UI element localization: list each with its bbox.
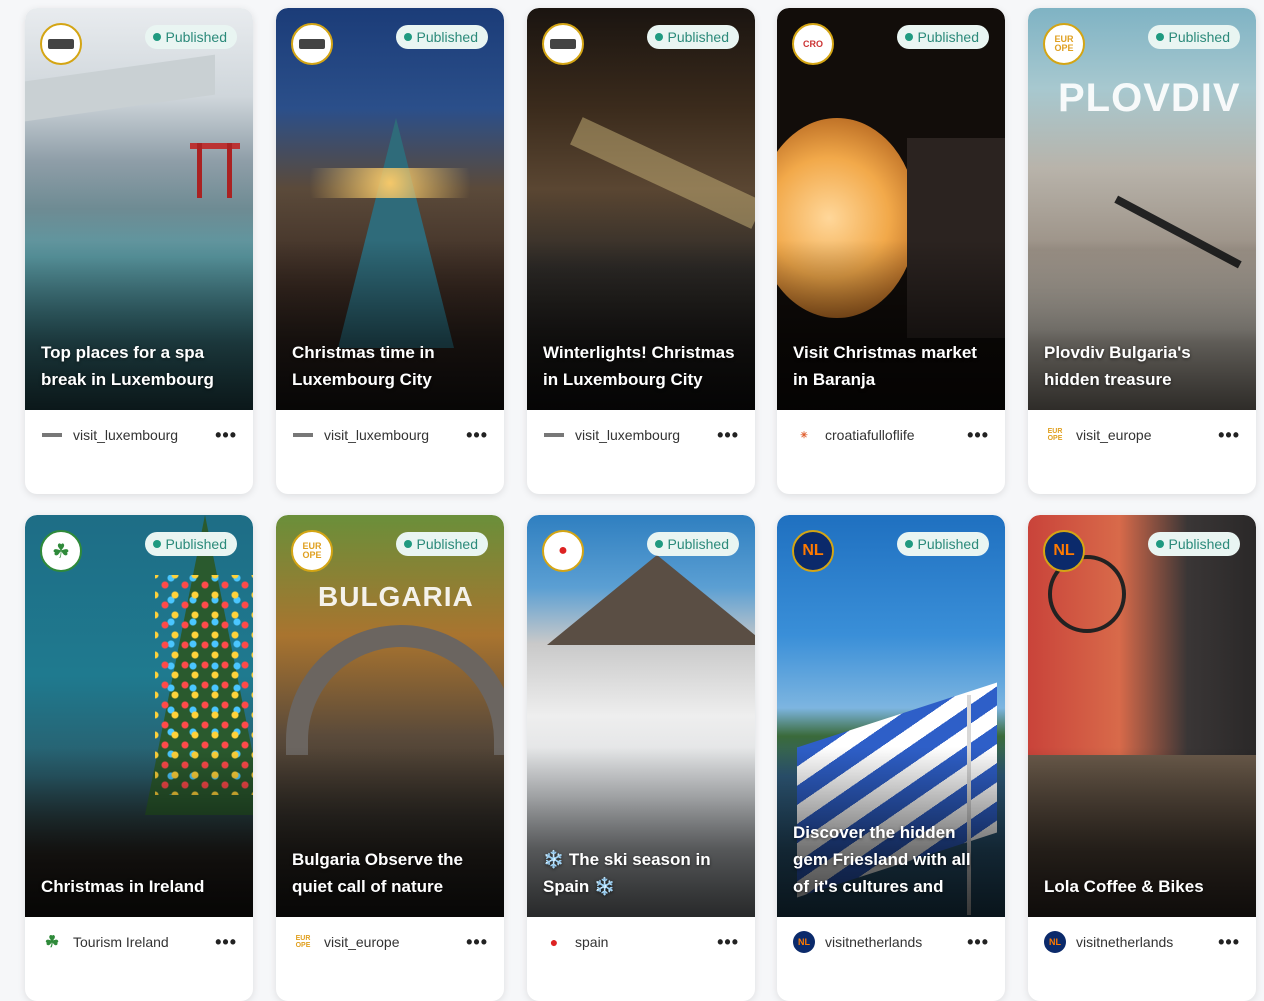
account-name: visitnetherlands	[1076, 934, 1174, 950]
account-logo	[292, 424, 314, 446]
story-card[interactable]: ☘ Published Christmas in Ireland ☘ Touri…	[25, 515, 253, 1001]
story-caption: Lola Coffee & Bikes	[1044, 877, 1204, 896]
card-footer: EUR OPE visit_europe •••	[276, 927, 504, 957]
story-thumbnail[interactable]: Published Top places for a spa break in …	[25, 8, 253, 410]
brand-logo: CRO	[792, 23, 834, 65]
story-thumbnail[interactable]: ☘ Published Christmas in Ireland	[25, 515, 253, 917]
brand-logo: NL	[1043, 530, 1085, 572]
more-options-button[interactable]: •••	[717, 932, 739, 953]
more-options-button[interactable]: •••	[967, 932, 989, 953]
story-card[interactable]: BULGARIA EUR OPE Published Bulgaria Obse…	[276, 515, 504, 1001]
story-grid: Published Top places for a spa break in …	[0, 0, 1264, 1001]
card-footer: ☘ Tourism Ireland •••	[25, 927, 253, 957]
story-thumbnail[interactable]: CRO Published Visit Christmas market in …	[777, 8, 1005, 410]
story-caption: Christmas in Ireland	[41, 877, 205, 896]
status-badge: Published	[1147, 532, 1240, 556]
account-name: visit_luxembourg	[575, 427, 681, 443]
card-footer: visit_luxembourg •••	[25, 420, 253, 450]
more-options-button[interactable]: •••	[717, 425, 739, 446]
account-name: visit_luxembourg	[324, 427, 430, 443]
status-badge: Published	[646, 25, 739, 49]
story-card[interactable]: CRO Published Visit Christmas market in …	[777, 8, 1005, 494]
account-name: visit_europe	[324, 934, 400, 950]
story-thumbnail[interactable]: NL Published Lola Coffee & Bikes	[1028, 515, 1256, 917]
brand-logo	[542, 23, 584, 65]
more-options-button[interactable]: •••	[215, 425, 237, 446]
brand-logo: EUR OPE	[291, 530, 333, 572]
status-badge: Published	[896, 532, 989, 556]
story-card[interactable]: PLOVDIV EUR OPE Published Plovdiv Bulgar…	[1028, 8, 1256, 494]
story-card[interactable]: Published Top places for a spa break in …	[25, 8, 253, 494]
account-logo: NL	[793, 931, 815, 953]
story-caption: Top places for a spa break in Luxembourg	[41, 343, 214, 389]
story-card[interactable]: ● Published ❄️ The ski season in Spain ❄…	[527, 515, 755, 1001]
status-badge: Published	[395, 532, 488, 556]
story-card[interactable]: Published Christmas time in Luxembourg C…	[276, 8, 504, 494]
card-footer: ✳ croatiafulloflife •••	[777, 420, 1005, 450]
card-footer: NL visitnetherlands •••	[1028, 927, 1256, 957]
story-thumbnail[interactable]: NL Published Discover the hidden gem Fri…	[777, 515, 1005, 917]
more-options-button[interactable]: •••	[1218, 932, 1240, 953]
story-card[interactable]: NL Published Discover the hidden gem Fri…	[777, 515, 1005, 1001]
status-badge: Published	[646, 532, 739, 556]
overlay-title: PLOVDIV	[1058, 76, 1241, 120]
account-name: croatiafulloflife	[825, 427, 915, 443]
brand-logo: NL	[792, 530, 834, 572]
account-logo: EUR OPE	[292, 931, 314, 953]
status-badge: Published	[395, 25, 488, 49]
story-caption: Visit Christmas market in Baranja	[793, 343, 977, 389]
brand-logo: ●	[542, 530, 584, 572]
story-card[interactable]: NL Published Lola Coffee & Bikes NL visi…	[1028, 515, 1256, 1001]
story-thumbnail[interactable]: Published Christmas time in Luxembourg C…	[276, 8, 504, 410]
account-logo: ●	[543, 931, 565, 953]
account-name: Tourism Ireland	[73, 934, 169, 950]
story-caption: Plovdiv Bulgaria's hidden treasure	[1044, 343, 1191, 389]
account-name: visit_europe	[1076, 427, 1152, 443]
account-logo: ☘	[41, 931, 63, 953]
more-options-button[interactable]: •••	[466, 425, 488, 446]
more-options-button[interactable]: •••	[466, 932, 488, 953]
story-caption: Winterlights! Christmas in Luxembourg Ci…	[543, 343, 735, 389]
card-footer: EUR OPE visit_europe •••	[1028, 420, 1256, 450]
more-options-button[interactable]: •••	[1218, 425, 1240, 446]
account-name: visit_luxembourg	[73, 427, 179, 443]
account-name: visitnetherlands	[825, 934, 923, 950]
story-caption: Bulgaria Observe the quiet call of natur…	[292, 850, 464, 896]
card-footer: visit_luxembourg •••	[276, 420, 504, 450]
brand-logo: EUR OPE	[1043, 23, 1085, 65]
story-thumbnail[interactable]: BULGARIA EUR OPE Published Bulgaria Obse…	[276, 515, 504, 917]
card-footer: visit_luxembourg •••	[527, 420, 755, 450]
account-logo: EUR OPE	[1044, 424, 1066, 446]
brand-logo: ☘	[40, 530, 82, 572]
account-name: spain	[575, 934, 609, 950]
account-logo: ✳	[793, 424, 815, 446]
status-badge: Published	[144, 532, 237, 556]
story-card[interactable]: Published Winterlights! Christmas in Lux…	[527, 8, 755, 494]
story-caption: ❄️ The ski season in Spain ❄️	[543, 850, 711, 896]
more-options-button[interactable]: •••	[967, 425, 989, 446]
story-thumbnail[interactable]: Published Winterlights! Christmas in Lux…	[527, 8, 755, 410]
account-logo	[543, 424, 565, 446]
story-thumbnail[interactable]: ● Published ❄️ The ski season in Spain ❄…	[527, 515, 755, 917]
story-caption: Christmas time in Luxembourg City	[292, 343, 435, 389]
more-options-button[interactable]: •••	[215, 932, 237, 953]
story-caption: Discover the hidden gem Friesland with a…	[793, 823, 971, 896]
card-footer: NL visitnetherlands •••	[777, 927, 1005, 957]
overlay-title: BULGARIA	[318, 581, 474, 612]
brand-logo	[40, 23, 82, 65]
account-logo: NL	[1044, 931, 1066, 953]
status-badge: Published	[896, 25, 989, 49]
account-logo	[41, 424, 63, 446]
brand-logo	[291, 23, 333, 65]
card-footer: ● spain •••	[527, 927, 755, 957]
status-badge: Published	[144, 25, 237, 49]
story-thumbnail[interactable]: PLOVDIV EUR OPE Published Plovdiv Bulgar…	[1028, 8, 1256, 410]
status-badge: Published	[1147, 25, 1240, 49]
